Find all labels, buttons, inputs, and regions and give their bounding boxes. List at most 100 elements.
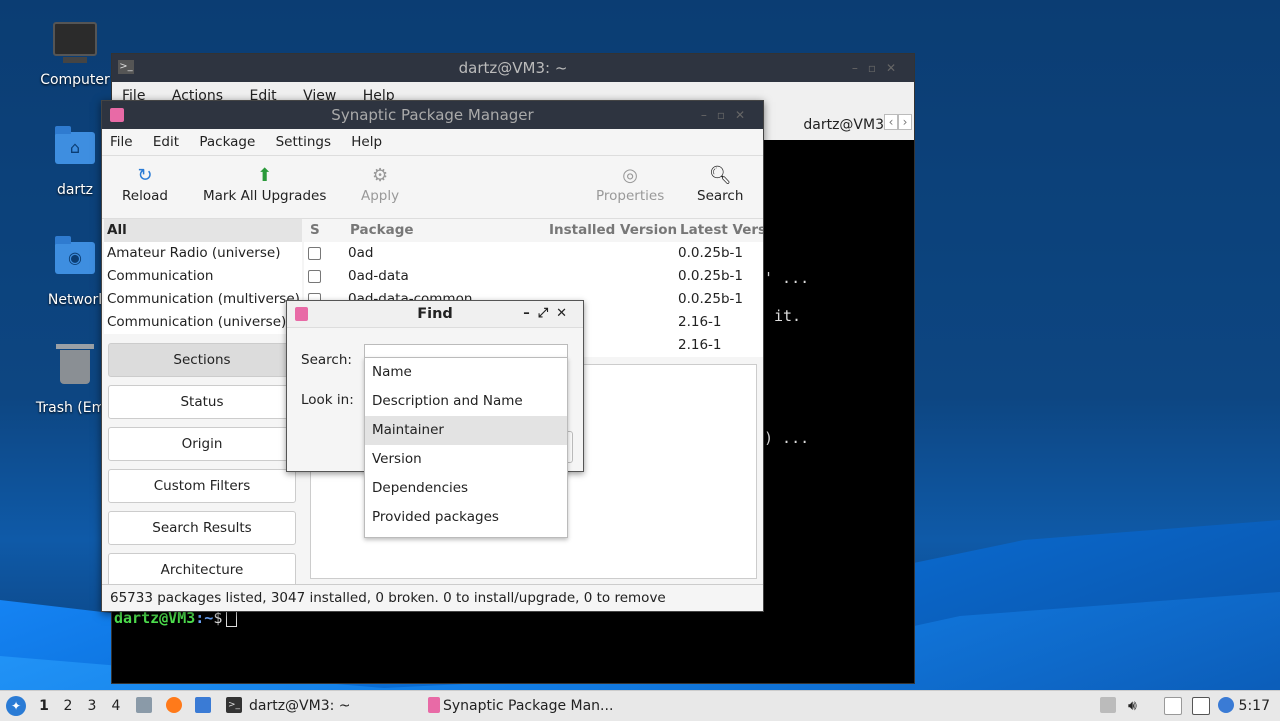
desktop-icon[interactable]	[195, 697, 211, 713]
notification-icon[interactable]	[1218, 697, 1234, 713]
task-terminal[interactable]: dartz@VM3: ~	[249, 691, 351, 721]
search-button[interactable]: 🔍︎ Search	[697, 164, 743, 204]
column-status[interactable]: S	[310, 219, 320, 241]
properties-icon: ◎	[622, 165, 638, 186]
option-name[interactable]: Name	[365, 358, 567, 387]
terminal-output-line: ) ...	[764, 429, 810, 447]
synaptic-toolbar: ↻ Reload ⬆ Mark All Upgrades ⚙ Apply ◎ P…	[102, 156, 763, 219]
package-checkbox[interactable]	[308, 270, 321, 283]
task-synaptic[interactable]: Synaptic Package Man...	[443, 691, 613, 721]
firefox-icon[interactable]	[166, 697, 182, 713]
workspace-2[interactable]: 2	[56, 691, 80, 721]
package-latest-version: 0.0.25b-1	[678, 268, 743, 284]
package-table-header: S Package Installed Version Latest Vers	[304, 219, 763, 241]
find-titlebar[interactable]: Find –⤢✕	[287, 301, 583, 328]
synaptic-titlebar[interactable]: Synaptic Package Manager –▫✕	[102, 101, 763, 129]
workspace-4[interactable]: 4	[104, 691, 128, 721]
package-latest-version: 2.16-1	[678, 314, 722, 330]
origin-button[interactable]: Origin	[108, 427, 296, 461]
terminal-tabbar: dartz@VM3 ‹ ›	[763, 110, 914, 140]
apply-label: Apply	[361, 188, 400, 204]
clock[interactable]: 5:17	[1239, 691, 1270, 721]
terminal-tab[interactable]: dartz@VM3	[803, 113, 884, 137]
taskbar: ✦ 1 2 3 4 >_ dartz@VM3: ~ Synaptic Packa…	[0, 690, 1280, 721]
text-cursor	[226, 610, 238, 627]
search-label: Search	[697, 188, 744, 204]
terminal-icon: >_	[226, 697, 242, 713]
terminal-title: dartz@VM3: ~	[458, 59, 568, 77]
column-package[interactable]: Package	[350, 219, 414, 241]
chevron-left-icon[interactable]: ‹	[884, 114, 898, 130]
filter-buttons: Sections Status Origin Custom Filters Se…	[108, 343, 296, 595]
chevron-right-icon[interactable]: ›	[898, 114, 912, 130]
properties-button[interactable]: ◎ Properties	[596, 164, 664, 204]
reload-icon: ↻	[137, 165, 153, 186]
custom-filters-button[interactable]: Custom Filters	[108, 469, 296, 503]
workspace-1[interactable]: 1	[32, 691, 56, 721]
option-maintainer[interactable]: Maintainer	[365, 416, 567, 445]
status-button[interactable]: Status	[108, 385, 296, 419]
file-manager-icon[interactable]	[136, 697, 152, 713]
option-description-and-name[interactable]: Description and Name	[365, 387, 567, 416]
package-latest-version: 2.16-1	[678, 337, 722, 353]
sections-button[interactable]: Sections	[108, 343, 296, 377]
synaptic-app-icon	[110, 108, 124, 122]
network-icon[interactable]	[1192, 697, 1210, 715]
menu-file[interactable]: File	[110, 134, 133, 150]
package-name: 0ad	[348, 245, 374, 261]
menu-package[interactable]: Package	[199, 134, 255, 150]
volume-icon[interactable]: 🔊︎	[1128, 691, 1137, 721]
start-menu-icon[interactable]: ✦	[6, 696, 26, 716]
synaptic-title: Synaptic Package Manager	[331, 106, 534, 124]
architecture-button[interactable]: Architecture	[108, 553, 296, 587]
terminal-output-line: it.	[774, 307, 802, 325]
find-title: Find	[417, 306, 453, 322]
menu-settings[interactable]: Settings	[276, 134, 331, 150]
option-provided-packages[interactable]: Provided packages	[365, 503, 567, 532]
option-dependencies[interactable]: Dependencies	[365, 474, 567, 503]
reload-button[interactable]: ↻ Reload	[122, 164, 168, 204]
category-item[interactable]: Communication	[104, 265, 302, 288]
category-item[interactable]: All	[104, 219, 302, 242]
synaptic-app-icon	[295, 307, 308, 321]
tray-up-icon[interactable]	[1100, 697, 1116, 713]
column-installed-version[interactable]: Installed Version	[549, 219, 677, 241]
window-controls[interactable]: –▫✕	[852, 54, 906, 82]
category-item[interactable]: Communication (multiverse)	[104, 288, 302, 311]
menu-help[interactable]: Help	[351, 134, 382, 150]
synaptic-menubar: File Edit Package Settings Help	[102, 129, 763, 156]
network-folder-icon: ◉	[51, 236, 99, 286]
search-icon: 🔍︎	[708, 165, 732, 186]
window-controls[interactable]: –▫✕	[701, 101, 755, 129]
category-list: All Amateur Radio (universe) Communicati…	[104, 219, 302, 334]
workspace-3[interactable]: 3	[80, 691, 104, 721]
category-item[interactable]: Communication (universe)	[104, 311, 302, 334]
package-checkbox[interactable]	[308, 247, 321, 260]
search-results-button[interactable]: Search Results	[108, 511, 296, 545]
home-folder-icon: ⌂	[51, 126, 99, 176]
category-item[interactable]: Amateur Radio (universe)	[104, 242, 302, 265]
clipboard-icon[interactable]	[1164, 697, 1182, 715]
upgrade-shield-icon: ⬆	[257, 165, 273, 186]
package-latest-version: 0.0.25b-1	[678, 291, 743, 307]
tab-scroll-arrows[interactable]: ‹ ›	[884, 114, 912, 130]
synaptic-app-icon	[428, 697, 440, 713]
look-in-dropdown[interactable]: Name Description and Name Maintainer Ver…	[364, 357, 568, 538]
apply-button[interactable]: ⚙ Apply	[361, 164, 399, 204]
properties-label: Properties	[596, 188, 665, 204]
terminal-titlebar[interactable]: >_ dartz@VM3: ~ –▫✕	[112, 54, 914, 82]
window-controls[interactable]: –⤢✕	[523, 301, 575, 327]
apply-gears-icon: ⚙	[371, 165, 389, 186]
trash-icon	[51, 344, 99, 394]
search-label: Search:	[301, 352, 352, 368]
search-input[interactable]	[364, 344, 568, 357]
computer-icon	[51, 22, 99, 66]
mark-all-label: Mark All Upgrades	[203, 188, 327, 204]
look-in-label: Look in:	[301, 392, 354, 408]
option-version[interactable]: Version	[365, 445, 567, 474]
column-latest-version[interactable]: Latest Vers	[680, 219, 763, 241]
table-row[interactable]: 0ad-data 0.0.25b-1	[304, 265, 763, 288]
menu-edit[interactable]: Edit	[153, 134, 179, 150]
mark-all-upgrades-button[interactable]: ⬆ Mark All Upgrades	[203, 164, 326, 204]
table-row[interactable]: 0ad 0.0.25b-1	[304, 242, 763, 265]
